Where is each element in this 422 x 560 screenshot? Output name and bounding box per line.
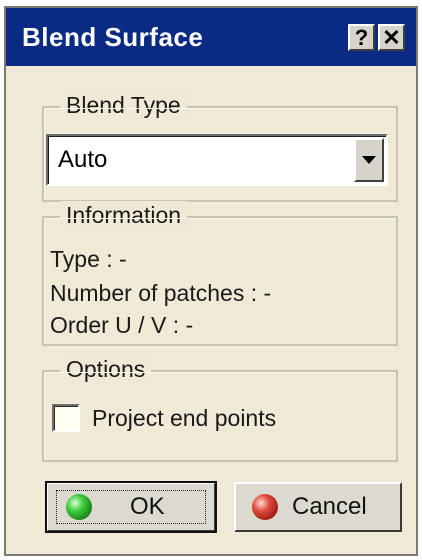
options-legend: Options [60,355,152,383]
help-button[interactable]: ? [348,24,375,51]
dialog-title: Blend Surface [22,22,204,52]
dropdown-button[interactable] [354,138,384,182]
info-number-of-patches: Number of patches : - [50,280,272,306]
blend-type-select[interactable]: Auto [46,134,388,186]
cancel-label: Cancel [292,493,367,520]
red-ball-icon [252,494,278,520]
close-icon: ✕ [382,24,401,50]
info-type: Type : - [50,246,127,272]
blend-type-value: Auto [58,146,108,173]
green-ball-icon [66,494,92,520]
blend-type-legend: Blend Type [60,91,187,119]
info-order-uv: Order U / V : - [50,312,194,338]
title-bar[interactable]: Blend Surface ? ✕ [6,8,416,66]
project-end-points-checkbox[interactable] [52,404,80,432]
cancel-button[interactable]: Cancel [234,482,402,532]
information-legend: Information [60,201,188,229]
ok-label: OK [130,493,165,520]
close-button[interactable]: ✕ [378,24,405,51]
chevron-down-icon [362,156,376,164]
project-end-points-label[interactable]: Project end points [92,404,276,432]
ok-button[interactable]: OK [45,481,217,533]
